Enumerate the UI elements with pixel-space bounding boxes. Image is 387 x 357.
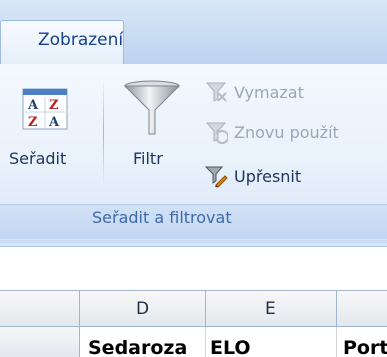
sort-letter-3: Z — [28, 115, 38, 130]
cell-e[interactable]: ELO — [206, 327, 337, 357]
reapply-filter-label: Znovu použít — [234, 122, 339, 142]
reapply-filter-icon — [205, 122, 228, 144]
column-header-f[interactable] — [337, 291, 387, 327]
row-header[interactable] — [0, 327, 80, 357]
sort-button-label[interactable]: Seřadit — [9, 149, 66, 168]
column-header-row: D E — [0, 290, 387, 327]
cell-d-text: Sedaroza — [88, 337, 188, 357]
group-label: Seřadit a filtrovat — [92, 208, 232, 227]
sort-letter-2: Z — [49, 98, 59, 113]
tab-view-label[interactable]: Zobrazení — [38, 30, 123, 50]
cell-d[interactable]: Sedaroza — [80, 327, 206, 357]
reapply-filter-button[interactable]: Znovu použít — [204, 120, 339, 144]
cell-f[interactable]: Port — [337, 327, 387, 357]
column-header-d-label: D — [136, 299, 150, 319]
cell-f-text: Port — [343, 337, 387, 357]
column-header-e[interactable]: E — [206, 291, 337, 327]
table-row: Sedaroza ELO Port — [0, 327, 387, 357]
ribbon-bottom-border — [0, 240, 387, 243]
group-divider — [103, 78, 104, 186]
clear-filter-icon — [205, 82, 227, 102]
select-all-corner[interactable] — [0, 291, 80, 327]
advanced-filter-button[interactable]: Upřesnit — [204, 164, 301, 188]
advanced-filter-icon — [204, 166, 228, 188]
advanced-filter-label: Upřesnit — [234, 166, 302, 186]
funnel-icon[interactable] — [123, 80, 181, 136]
column-header-d[interactable]: D — [80, 291, 206, 327]
sort-letter-4: A — [48, 115, 60, 130]
sort-letter-1: A — [27, 98, 39, 113]
cell-e-text: ELO — [210, 337, 251, 357]
sort-az-icon: A Z Z A — [22, 88, 68, 130]
clear-filter-button[interactable]: Vymazat — [204, 80, 304, 104]
column-header-e-label: E — [265, 299, 276, 319]
clear-filter-label: Vymazat — [234, 82, 304, 102]
filter-button-label[interactable]: Filtr — [133, 149, 163, 168]
